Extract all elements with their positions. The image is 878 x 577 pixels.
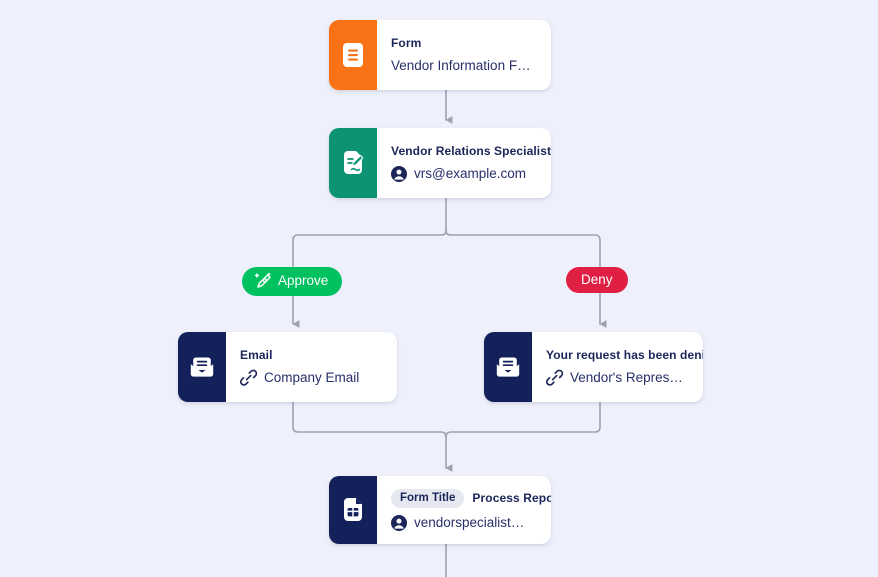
node-form-subtitle-row: Vendor Information Form: [391, 58, 537, 74]
document-lines-icon: [342, 42, 364, 68]
node-email-approve-subtitle-row: Company Email: [240, 369, 383, 386]
node-form-title: Form: [391, 36, 422, 51]
link-icon: [546, 369, 563, 386]
node-email-deny-subtitle: Vendor's Representati...: [570, 369, 689, 385]
node-report-title: Process Report: [472, 491, 551, 506]
node-email-company[interactable]: Email Company Email: [178, 332, 397, 402]
node-report-subtitle-row: vendorspecialist@exa...: [391, 515, 537, 531]
branch-badge-approve-label: Approve: [278, 273, 329, 289]
person-icon: [391, 165, 407, 182]
node-specialist-icon-block: [329, 128, 377, 198]
envelope-icon: [189, 355, 215, 379]
branch-badge-deny-label: Deny: [581, 272, 613, 287]
node-specialist-title: Vendor Relations Specialist: [391, 144, 551, 159]
node-form-subtitle: Vendor Information Form: [391, 57, 537, 73]
node-email-deny-body: Your request has been denied. Vendor's R…: [532, 332, 703, 402]
node-report-title-row: Form Title Process Report: [391, 489, 551, 508]
node-email-deny-title: Your request has been denied.: [546, 347, 703, 362]
node-specialist-body: Vendor Relations Specialist vrs@example.…: [377, 128, 551, 198]
signature-pen-sparkle-icon: [253, 272, 272, 291]
node-email-deny-subtitle-row: Vendor's Representati...: [546, 369, 689, 386]
person-icon: [391, 514, 407, 531]
node-email-denied[interactable]: Your request has been denied. Vendor's R…: [484, 332, 703, 402]
branch-badge-deny[interactable]: Deny: [566, 267, 628, 294]
node-email-approve-subtitle: Company Email: [264, 369, 360, 385]
branch-badge-approve[interactable]: Approve: [242, 267, 343, 296]
node-report-form-title-tag: Form Title: [391, 489, 465, 508]
node-report-body: Form Title Process Report vendorspeciali…: [377, 476, 551, 544]
edge-approve-to-report: [292, 401, 453, 472]
node-form-body: Form Vendor Information Form: [377, 20, 551, 90]
document-table-icon: [342, 497, 364, 523]
node-process-report[interactable]: Form Title Process Report vendorspeciali…: [329, 476, 551, 544]
node-email-deny-icon-block: [484, 332, 532, 402]
node-report-icon-block: [329, 476, 377, 544]
node-report-subtitle: vendorspecialist@exa...: [414, 514, 537, 530]
node-form-icon-block: [329, 20, 377, 90]
link-icon: [240, 369, 257, 386]
node-specialist-subtitle: vrs@example.com: [414, 165, 526, 181]
document-signature-icon: [342, 150, 364, 176]
node-vendor-relations-specialist[interactable]: Vendor Relations Specialist vrs@example.…: [329, 128, 551, 198]
node-email-approve-body: Email Company Email: [226, 332, 397, 402]
envelope-icon: [495, 355, 521, 379]
edge-deny-to-report: [445, 401, 601, 438]
workflow-canvas: Form Vendor Information Form Vendor Rela…: [0, 0, 878, 577]
node-specialist-subtitle-row: vrs@example.com: [391, 166, 537, 182]
node-email-approve-title: Email: [240, 347, 273, 362]
node-form[interactable]: Form Vendor Information Form: [329, 20, 551, 90]
node-email-approve-icon-block: [178, 332, 226, 402]
